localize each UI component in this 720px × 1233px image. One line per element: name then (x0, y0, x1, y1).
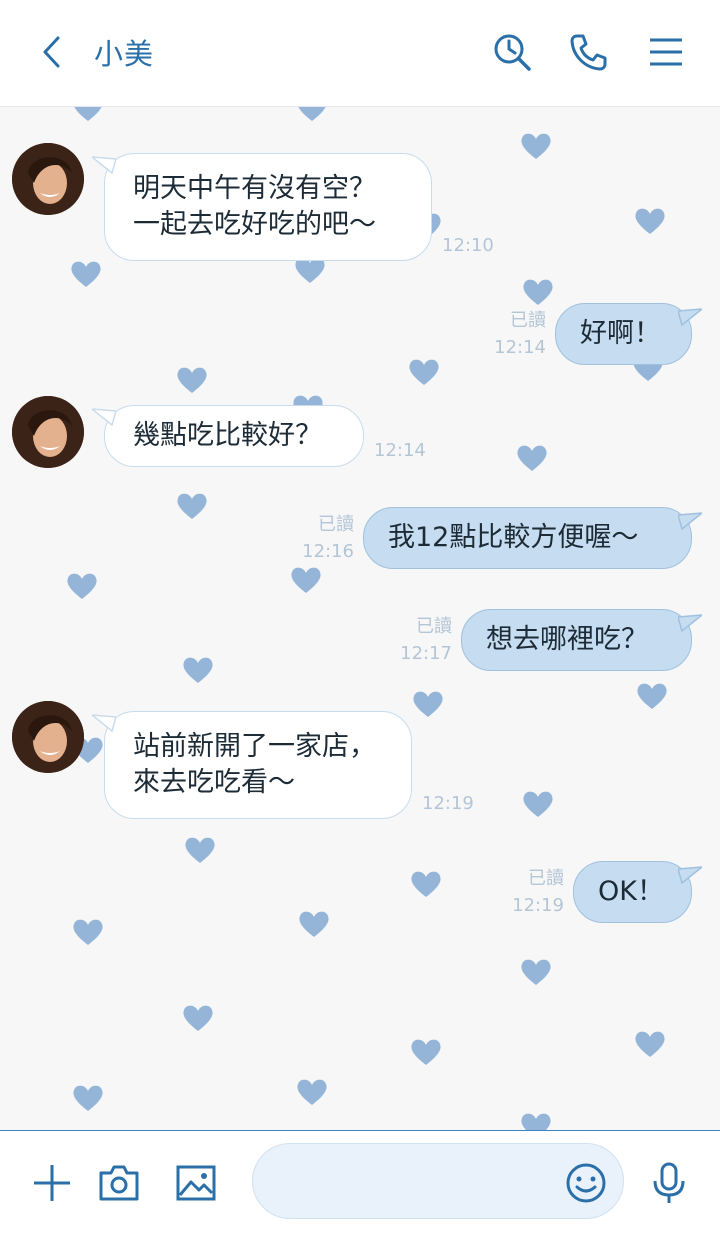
message-time: 12:16 (302, 541, 354, 562)
read-receipt: 已讀 (510, 310, 546, 331)
bubble-tail (678, 614, 702, 633)
heart-icon (523, 791, 553, 817)
heart-icon (409, 359, 439, 385)
heart-icon (299, 911, 329, 937)
heart-icon (521, 959, 551, 985)
heart-icon (291, 567, 321, 593)
avatar[interactable] (12, 143, 84, 215)
message-bubble-outgoing[interactable]: 想去哪裡吃？ (461, 609, 692, 671)
heart-icon (71, 261, 101, 287)
heart-icon (177, 367, 207, 393)
image-icon[interactable] (174, 1161, 218, 1205)
heart-icon (73, 1085, 103, 1111)
microphone-icon[interactable] (647, 1161, 691, 1205)
read-receipt: 已讀 (318, 514, 354, 535)
camera-icon[interactable] (97, 1161, 141, 1205)
message-bubble-incoming[interactable]: 站前新開了一家店， 來去吃吃看～ (104, 711, 412, 819)
message-time: 12:19 (422, 793, 474, 814)
heart-icon (521, 133, 551, 159)
heart-icon (297, 1079, 327, 1105)
avatar[interactable] (12, 701, 84, 773)
message-time: 12:14 (374, 440, 426, 461)
message-bubble-outgoing[interactable]: 好啊！ (555, 303, 692, 365)
heart-icon (183, 1005, 213, 1031)
bubble-tail (678, 308, 702, 327)
chat-header: 小美 (0, 0, 720, 107)
bubble-tail (92, 714, 116, 733)
heart-icon (177, 493, 207, 519)
chat-area[interactable]: 明天中午有沒有空？ 一起去吃好吃的吧～ 12:10 已讀 12:14 好啊！ 幾… (0, 107, 720, 1130)
message-bubble-incoming[interactable]: 幾點吃比較好？ (104, 405, 364, 467)
heart-icon (635, 1031, 665, 1057)
heart-icon (413, 691, 443, 717)
bubble-tail (678, 512, 702, 531)
bubble-tail (92, 156, 116, 175)
heart-icon (298, 107, 326, 121)
heart-icon (183, 657, 213, 683)
search-history-icon[interactable] (492, 32, 532, 72)
heart-icon (637, 683, 667, 709)
heart-icon (295, 257, 325, 283)
bubble-tail (92, 408, 116, 427)
heart-icon (74, 107, 102, 121)
message-bubble-outgoing[interactable]: 我12點比較方便喔～ (363, 507, 692, 569)
emoji-icon[interactable] (564, 1161, 608, 1205)
message-bubble-outgoing[interactable]: OK！ (573, 861, 692, 923)
heart-icon (635, 208, 665, 234)
heart-icon (73, 919, 103, 945)
heart-icon (67, 573, 97, 599)
avatar[interactable] (12, 396, 84, 468)
plus-icon[interactable] (30, 1161, 74, 1205)
read-receipt: 已讀 (416, 616, 452, 637)
heart-icon (517, 445, 547, 471)
heart-icon (521, 1113, 551, 1130)
message-composer (0, 1130, 720, 1233)
bubble-tail (678, 866, 702, 885)
message-time: 12:17 (400, 643, 452, 664)
read-receipt: 已讀 (528, 868, 564, 889)
chevron-left-icon[interactable] (34, 32, 74, 72)
heart-icon (185, 837, 215, 863)
menu-icon[interactable] (646, 32, 686, 72)
message-time: 12:19 (512, 895, 564, 916)
message-bubble-incoming[interactable]: 明天中午有沒有空？ 一起去吃好吃的吧～ (104, 153, 432, 261)
heart-icon (523, 279, 553, 305)
heart-icon (411, 1039, 441, 1065)
message-time: 12:10 (442, 235, 494, 256)
heart-icon (411, 871, 441, 897)
message-time: 12:14 (494, 337, 546, 358)
chat-title[interactable]: 小美 (94, 34, 154, 74)
phone-icon[interactable] (568, 32, 608, 72)
